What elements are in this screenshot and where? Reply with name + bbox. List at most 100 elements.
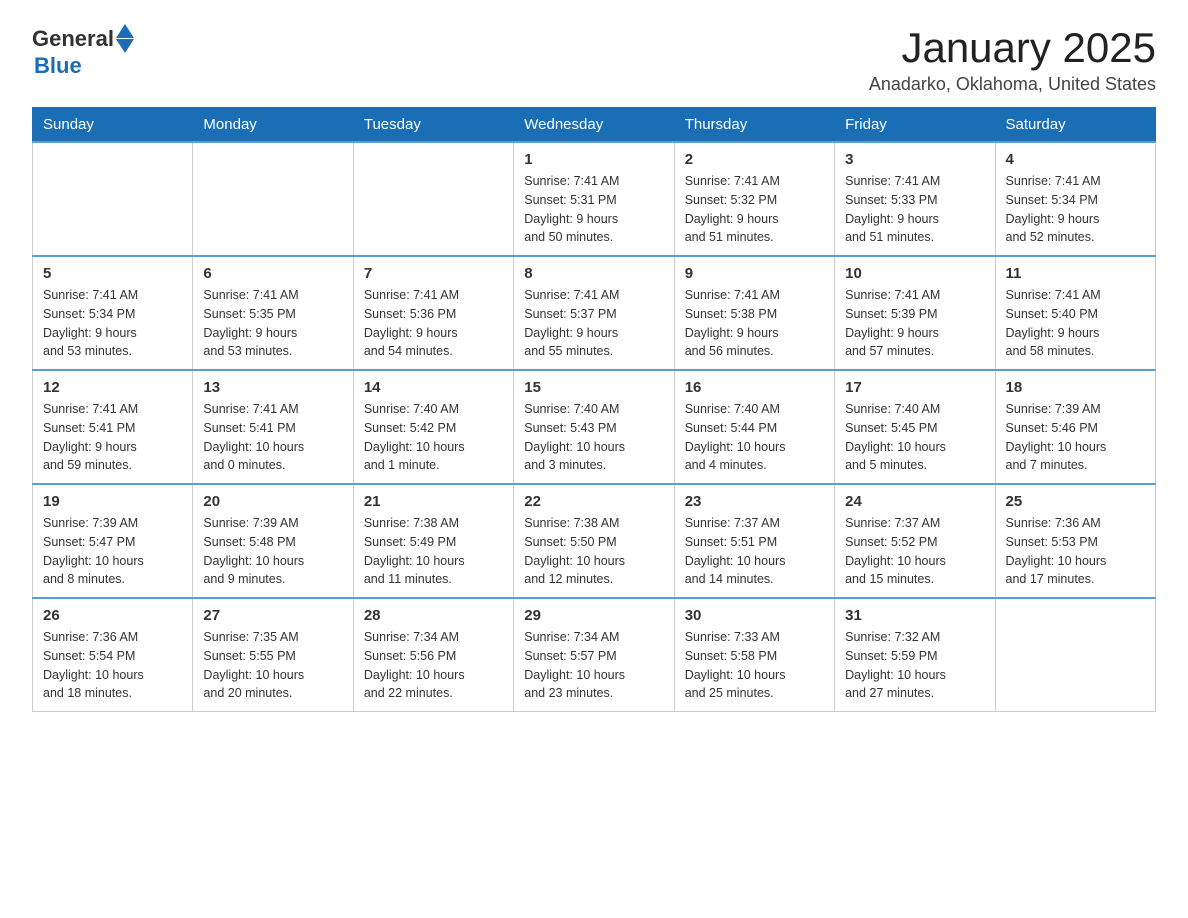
calendar-cell: 13Sunrise: 7:41 AM Sunset: 5:41 PM Dayli… — [193, 370, 353, 484]
day-number: 25 — [1006, 493, 1145, 510]
day-info: Sunrise: 7:39 AM Sunset: 5:48 PM Dayligh… — [203, 514, 342, 589]
week-row-1: 1 Sunrise: 7:41 AM Sunset: 5:31 PM Daylig… — [33, 142, 1156, 256]
calendar-cell: 27 Sunrise: 7:35 AM Sunset: 5:55 PM Dayli… — [193, 598, 353, 712]
day-number: 19 — [43, 493, 182, 510]
header-monday: Monday — [193, 108, 353, 143]
calendar-cell: 19 Sunrise: 7:39 AM Sunset: 5:47 PM Dayli… — [33, 484, 193, 598]
day-number: 8 — [524, 265, 663, 282]
day-info: Sunrise: 7:40 AM Sunset: 5:43 PM Dayligh… — [524, 400, 663, 475]
calendar-cell — [995, 598, 1155, 712]
day-info: Sunrise: 7:32 AM Sunset: 5:59 PM Dayligh… — [845, 628, 984, 703]
day-info: Sunrise: 7:41 AM Sunset: 5:41 PM Dayligh… — [43, 400, 182, 475]
day-info: Sunrise: 7:38 AM Sunset: 5:50 PM Dayligh… — [524, 514, 663, 589]
day-number: 1 — [524, 151, 663, 168]
page-header: General Blue January 2025 Anadarko, Okla… — [32, 24, 1156, 95]
header-wednesday: Wednesday — [514, 108, 674, 143]
day-info: Sunrise: 7:34 AM Sunset: 5:57 PM Dayligh… — [524, 628, 663, 703]
day-info: Sunrise: 7:41 AM Sunset: 5:40 PM Dayligh… — [1006, 286, 1145, 361]
day-number: 30 — [685, 607, 824, 624]
day-number: 28 — [364, 607, 503, 624]
calendar-cell: 11Sunrise: 7:41 AM Sunset: 5:40 PM Dayli… — [995, 256, 1155, 370]
day-info: Sunrise: 7:41 AM Sunset: 5:34 PM Dayligh… — [1006, 172, 1145, 247]
day-number: 4 — [1006, 151, 1145, 168]
day-number: 23 — [685, 493, 824, 510]
calendar-cell: 21Sunrise: 7:38 AM Sunset: 5:49 PM Dayli… — [353, 484, 513, 598]
calendar-table: Sunday Monday Tuesday Wednesday Thursday… — [32, 107, 1156, 712]
day-number: 22 — [524, 493, 663, 510]
day-info: Sunrise: 7:40 AM Sunset: 5:44 PM Dayligh… — [685, 400, 824, 475]
header-tuesday: Tuesday — [353, 108, 513, 143]
day-number: 18 — [1006, 379, 1145, 396]
calendar-cell: 17Sunrise: 7:40 AM Sunset: 5:45 PM Dayli… — [835, 370, 995, 484]
logo-blue-text: Blue — [34, 53, 82, 79]
day-number: 26 — [43, 607, 182, 624]
calendar-cell: 24Sunrise: 7:37 AM Sunset: 5:52 PM Dayli… — [835, 484, 995, 598]
day-info: Sunrise: 7:36 AM Sunset: 5:54 PM Dayligh… — [43, 628, 182, 703]
day-number: 12 — [43, 379, 182, 396]
day-info: Sunrise: 7:36 AM Sunset: 5:53 PM Dayligh… — [1006, 514, 1145, 589]
day-number: 31 — [845, 607, 984, 624]
calendar-cell: 22 Sunrise: 7:38 AM Sunset: 5:50 PM Dayli… — [514, 484, 674, 598]
day-info: Sunrise: 7:39 AM Sunset: 5:46 PM Dayligh… — [1006, 400, 1145, 475]
day-info: Sunrise: 7:41 AM Sunset: 5:34 PM Dayligh… — [43, 286, 182, 361]
calendar-cell: 1 Sunrise: 7:41 AM Sunset: 5:31 PM Daylig… — [514, 142, 674, 256]
day-info: Sunrise: 7:33 AM Sunset: 5:58 PM Dayligh… — [685, 628, 824, 703]
day-info: Sunrise: 7:40 AM Sunset: 5:42 PM Dayligh… — [364, 400, 503, 475]
calendar-header-row: Sunday Monday Tuesday Wednesday Thursday… — [33, 108, 1156, 143]
day-info: Sunrise: 7:41 AM Sunset: 5:35 PM Dayligh… — [203, 286, 342, 361]
calendar-cell: 28 Sunrise: 7:34 AM Sunset: 5:56 PM Dayli… — [353, 598, 513, 712]
day-number: 14 — [364, 379, 503, 396]
day-number: 5 — [43, 265, 182, 282]
calendar-cell: 7 Sunrise: 7:41 AM Sunset: 5:36 PM Daylig… — [353, 256, 513, 370]
calendar-cell: 5 Sunrise: 7:41 AM Sunset: 5:34 PM Daylig… — [33, 256, 193, 370]
calendar-cell: 9Sunrise: 7:41 AM Sunset: 5:38 PM Daylig… — [674, 256, 834, 370]
day-number: 15 — [524, 379, 663, 396]
day-number: 6 — [203, 265, 342, 282]
calendar-cell: 14 Sunrise: 7:40 AM Sunset: 5:42 PM Dayli… — [353, 370, 513, 484]
day-number: 3 — [845, 151, 984, 168]
title-block: January 2025 Anadarko, Oklahoma, United … — [869, 24, 1156, 95]
day-number: 10 — [845, 265, 984, 282]
calendar-cell: 23 Sunrise: 7:37 AM Sunset: 5:51 PM Dayli… — [674, 484, 834, 598]
day-number: 2 — [685, 151, 824, 168]
day-info: Sunrise: 7:41 AM Sunset: 5:31 PM Dayligh… — [524, 172, 663, 247]
day-number: 7 — [364, 265, 503, 282]
day-info: Sunrise: 7:41 AM Sunset: 5:41 PM Dayligh… — [203, 400, 342, 475]
day-info: Sunrise: 7:41 AM Sunset: 5:36 PM Dayligh… — [364, 286, 503, 361]
calendar-cell: 15 Sunrise: 7:40 AM Sunset: 5:43 PM Dayli… — [514, 370, 674, 484]
month-title: January 2025 — [869, 24, 1156, 72]
calendar-cell: 10 Sunrise: 7:41 AM Sunset: 5:39 PM Dayli… — [835, 256, 995, 370]
day-info: Sunrise: 7:34 AM Sunset: 5:56 PM Dayligh… — [364, 628, 503, 703]
logo: General Blue — [32, 24, 134, 79]
calendar-cell — [193, 142, 353, 256]
day-info: Sunrise: 7:41 AM Sunset: 5:37 PM Dayligh… — [524, 286, 663, 361]
calendar-cell: 31 Sunrise: 7:32 AM Sunset: 5:59 PM Dayli… — [835, 598, 995, 712]
day-info: Sunrise: 7:35 AM Sunset: 5:55 PM Dayligh… — [203, 628, 342, 703]
day-info: Sunrise: 7:37 AM Sunset: 5:51 PM Dayligh… — [685, 514, 824, 589]
week-row-2: 5 Sunrise: 7:41 AM Sunset: 5:34 PM Daylig… — [33, 256, 1156, 370]
day-info: Sunrise: 7:41 AM Sunset: 5:39 PM Dayligh… — [845, 286, 984, 361]
calendar-cell: 3 Sunrise: 7:41 AM Sunset: 5:33 PM Daylig… — [835, 142, 995, 256]
day-number: 27 — [203, 607, 342, 624]
header-sunday: Sunday — [33, 108, 193, 143]
week-row-4: 19 Sunrise: 7:39 AM Sunset: 5:47 PM Dayli… — [33, 484, 1156, 598]
day-number: 16 — [685, 379, 824, 396]
calendar-cell: 29Sunrise: 7:34 AM Sunset: 5:57 PM Dayli… — [514, 598, 674, 712]
calendar-cell — [353, 142, 513, 256]
day-number: 9 — [685, 265, 824, 282]
logo-general-text: General — [32, 26, 114, 52]
week-row-3: 12 Sunrise: 7:41 AM Sunset: 5:41 PM Dayli… — [33, 370, 1156, 484]
day-info: Sunrise: 7:38 AM Sunset: 5:49 PM Dayligh… — [364, 514, 503, 589]
calendar-cell: 30 Sunrise: 7:33 AM Sunset: 5:58 PM Dayli… — [674, 598, 834, 712]
day-number: 24 — [845, 493, 984, 510]
location-title: Anadarko, Oklahoma, United States — [869, 74, 1156, 95]
calendar-cell: 16 Sunrise: 7:40 AM Sunset: 5:44 PM Dayli… — [674, 370, 834, 484]
day-info: Sunrise: 7:40 AM Sunset: 5:45 PM Dayligh… — [845, 400, 984, 475]
header-thursday: Thursday — [674, 108, 834, 143]
day-info: Sunrise: 7:39 AM Sunset: 5:47 PM Dayligh… — [43, 514, 182, 589]
day-info: Sunrise: 7:41 AM Sunset: 5:32 PM Dayligh… — [685, 172, 824, 247]
calendar-cell: 8 Sunrise: 7:41 AM Sunset: 5:37 PM Daylig… — [514, 256, 674, 370]
day-info: Sunrise: 7:41 AM Sunset: 5:33 PM Dayligh… — [845, 172, 984, 247]
calendar-cell: 2 Sunrise: 7:41 AM Sunset: 5:32 PM Daylig… — [674, 142, 834, 256]
day-number: 20 — [203, 493, 342, 510]
